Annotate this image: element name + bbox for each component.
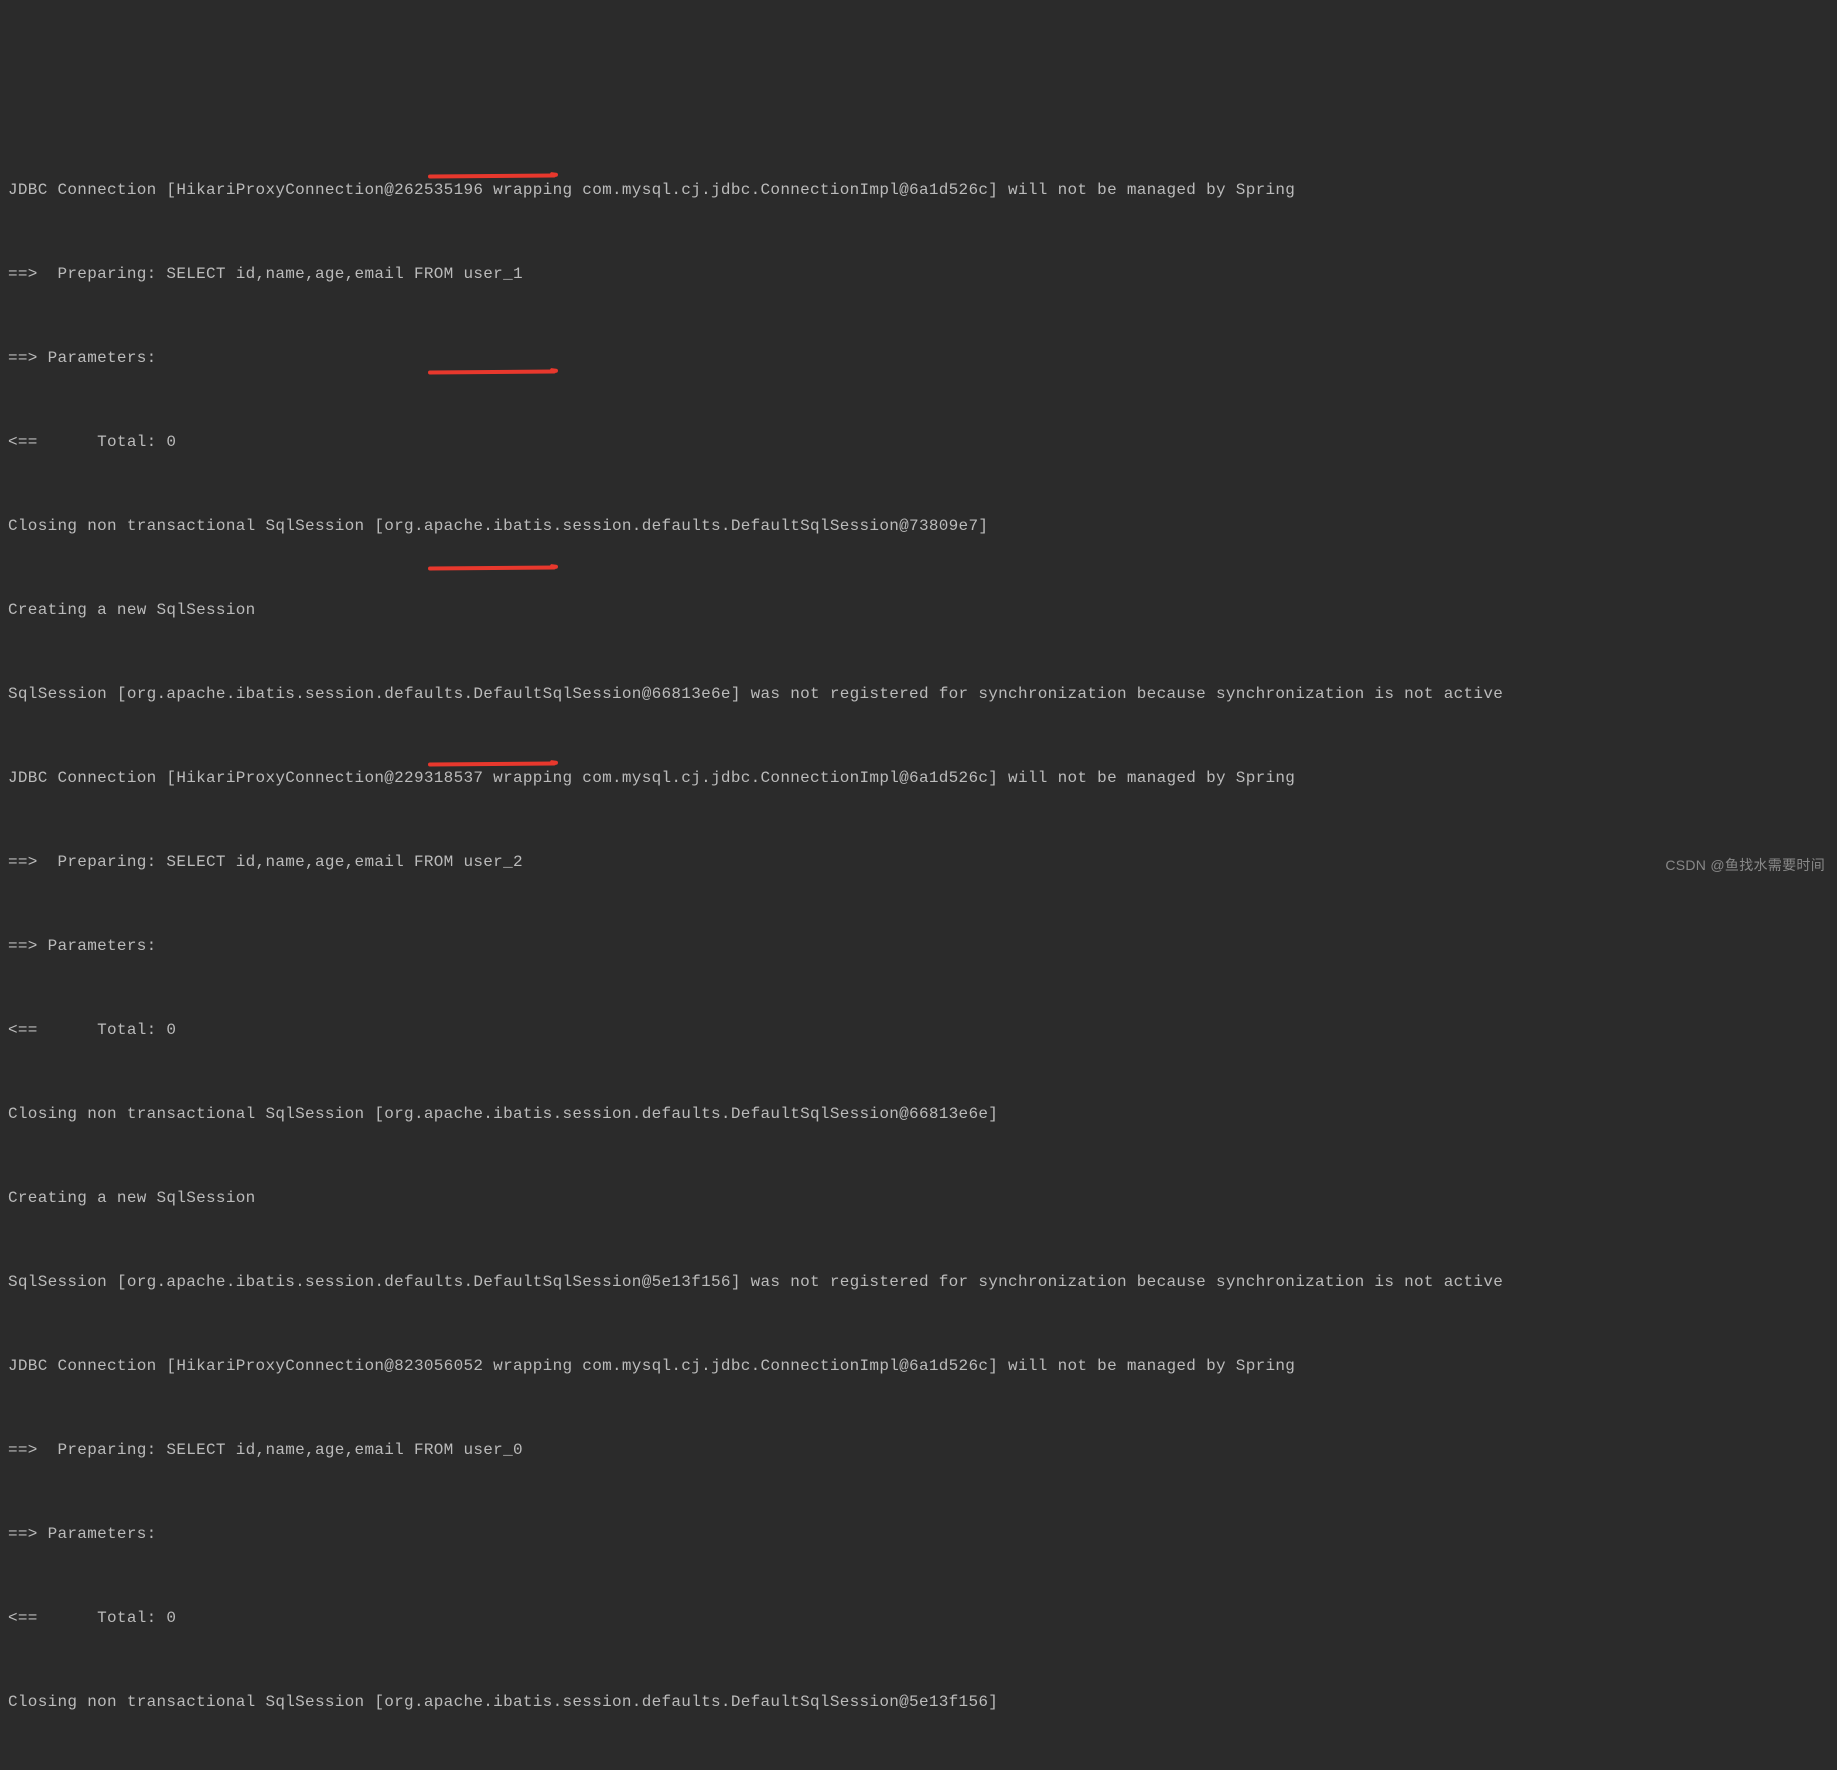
log-line: SqlSession [org.apache.ibatis.session.de…	[8, 1268, 1829, 1296]
log-line: Closing non transactional SqlSession [or…	[8, 512, 1829, 540]
highlight-underline	[428, 565, 556, 570]
log-line: ==> Preparing: SELECT id,name,age,email …	[8, 260, 1829, 288]
log-line: Closing non transactional SqlSession [or…	[8, 1688, 1829, 1716]
log-line: Creating a new SqlSession	[8, 596, 1829, 624]
log-line: Creating a new SqlSession	[8, 1184, 1829, 1212]
log-line: JDBC Connection [HikariProxyConnection@8…	[8, 1352, 1829, 1380]
log-line: JDBC Connection [HikariProxyConnection@2…	[8, 764, 1829, 792]
watermark-text: CSDN @鱼找水需要时间	[1665, 851, 1825, 879]
log-line: <== Total: 0	[8, 428, 1829, 456]
log-line: <== Total: 0	[8, 1604, 1829, 1632]
log-line: <== Total: 0	[8, 1016, 1829, 1044]
log-line: ==> Parameters:	[8, 1520, 1829, 1548]
log-line: SqlSession [org.apache.ibatis.session.de…	[8, 680, 1829, 708]
highlight-underline	[428, 369, 556, 374]
log-line: ==> Parameters:	[8, 932, 1829, 960]
log-line: ==> Parameters:	[8, 344, 1829, 372]
log-line: ==> Preparing: SELECT id,name,age,email …	[8, 848, 1829, 876]
log-line: ==> Preparing: SELECT id,name,age,email …	[8, 1436, 1829, 1464]
log-line: Closing non transactional SqlSession [or…	[8, 1100, 1829, 1128]
console-log-output: JDBC Connection [HikariProxyConnection@2…	[8, 120, 1829, 1770]
log-line: JDBC Connection [HikariProxyConnection@2…	[8, 176, 1829, 204]
